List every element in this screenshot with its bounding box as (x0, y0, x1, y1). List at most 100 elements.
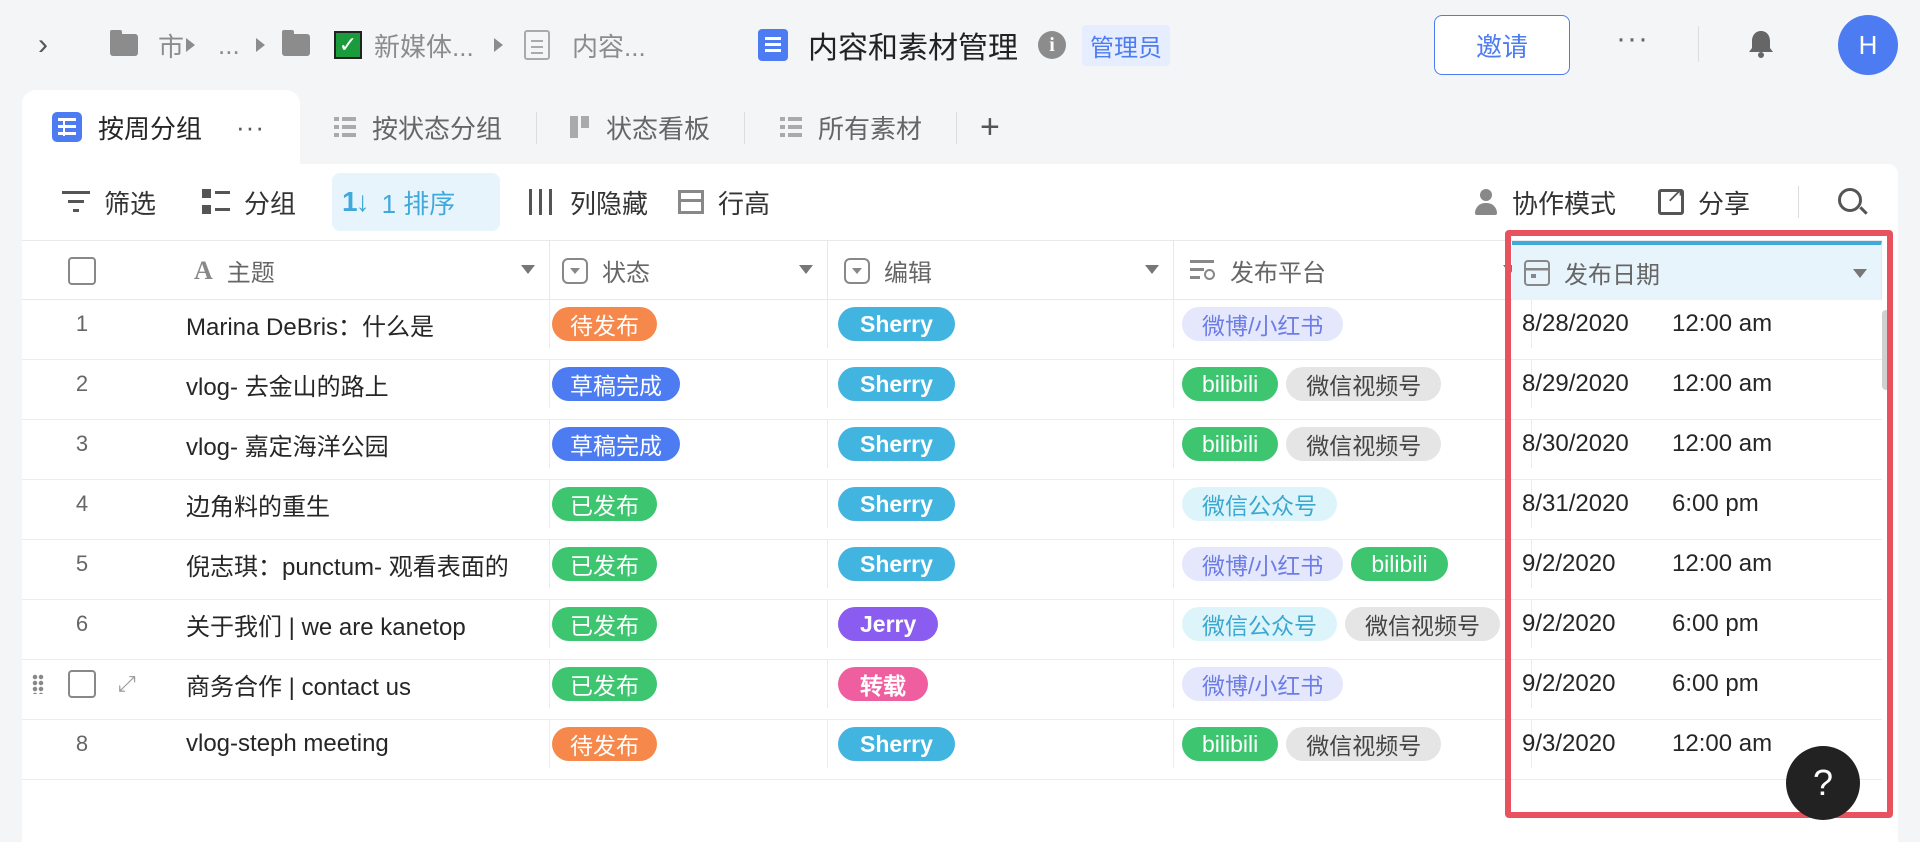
group-button[interactable]: 分组 (192, 173, 306, 231)
status-cell[interactable]: 已发布 (550, 660, 828, 708)
table-row[interactable]: 2 vlog- 去金山的路上 草稿完成 Sherry bilibili 微信视频号 8/29… (22, 360, 1882, 420)
status-cell[interactable]: 已发布 (550, 600, 828, 648)
editor-cell[interactable]: Sherry (828, 420, 1174, 468)
search-icon[interactable] (1838, 188, 1862, 212)
column-label: 编辑 (884, 260, 932, 287)
column-header-publish-date[interactable]: 发布日期 (1512, 241, 1882, 300)
topic-cell[interactable]: 边角料的重生 (142, 480, 550, 528)
topic-cell[interactable]: vlog-steph meeting (142, 720, 550, 768)
breadcrumb-folder-icon[interactable] (282, 22, 310, 68)
bell-icon[interactable] (1748, 30, 1774, 58)
more-options-icon[interactable]: ··· (1616, 22, 1649, 56)
tab-label: 按周分组 (98, 113, 203, 144)
platform-tag: bilibili (1182, 427, 1279, 461)
column-menu-icon[interactable] (521, 265, 535, 274)
platform-tag: 微信视频号 (1345, 607, 1500, 641)
editor-cell[interactable]: Sherry (828, 360, 1174, 408)
publish-date-cell[interactable]: 8/31/2020 6:00 pm (1512, 480, 1882, 528)
topic-cell[interactable]: vlog- 嘉定海洋公园 (142, 420, 550, 468)
platform-cell[interactable]: bilibili 微信视频号 (1174, 420, 1532, 468)
publish-date-cell[interactable]: 8/28/2020 12:00 am (1512, 300, 1882, 348)
date-text: 8/29/2020 (1522, 370, 1629, 397)
status-cell[interactable]: 已发布 (550, 480, 828, 528)
table-row[interactable]: 3 vlog- 嘉定海洋公园 草稿完成 Sherry bilibili 微信视频号 8/30… (22, 420, 1882, 480)
editor-badge: Sherry (838, 487, 955, 521)
platform-cell[interactable]: 微博/小红书 bilibili (1174, 540, 1532, 588)
topic-cell[interactable]: 商务合作 | contact us (142, 660, 550, 708)
platform-cell[interactable]: 微信公众号 微信视频号 (1174, 600, 1532, 648)
editor-cell[interactable]: Sherry (828, 300, 1174, 348)
table-row[interactable]: 6 关于我们 | we are kanetop 已发布 Jerry 微信公众号 微信视频号… (22, 600, 1882, 660)
platform-cell[interactable]: 微信公众号 (1174, 480, 1532, 528)
publish-date-cell[interactable]: 8/30/2020 12:00 am (1512, 420, 1882, 468)
collab-mode-button[interactable]: 协作模式 (1464, 173, 1626, 231)
document-title[interactable]: 内容和素材管理 (808, 22, 1018, 68)
row-height-label: 行高 (718, 188, 771, 219)
column-header-platform[interactable]: 发布平台 (1174, 241, 1532, 300)
column-header-editor[interactable]: 编辑 (828, 241, 1174, 300)
row-checkbox[interactable] (68, 670, 96, 698)
hide-columns-button[interactable]: 列隐藏 (516, 173, 658, 231)
info-icon[interactable]: i (1038, 22, 1066, 68)
editor-cell[interactable]: Sherry (828, 720, 1174, 768)
topic-cell[interactable]: 关于我们 | we are kanetop (142, 600, 550, 648)
topic-text: 商务合作 | contact us (186, 673, 411, 701)
status-cell[interactable]: 草稿完成 (550, 360, 828, 408)
expand-row-icon[interactable]: ⤢ (118, 671, 136, 697)
editor-cell[interactable]: Sherry (828, 540, 1174, 588)
select-all-checkbox[interactable] (22, 241, 142, 300)
filter-button[interactable]: 筛选 (52, 173, 166, 231)
tab-by-week[interactable]: 按周分组 ··· (22, 90, 300, 164)
row-height-button[interactable]: 行高 (668, 173, 780, 231)
status-cell[interactable]: 草稿完成 (550, 420, 828, 468)
breadcrumb-item[interactable]: 新媒体... (374, 22, 474, 68)
invite-button[interactable]: 邀请 (1434, 15, 1570, 75)
column-menu-icon[interactable] (1145, 265, 1159, 274)
column-menu-icon[interactable] (1853, 269, 1867, 278)
editor-cell[interactable]: Jerry (828, 600, 1174, 648)
breadcrumb-item[interactable]: ... (218, 22, 240, 68)
date-text: 9/2/2020 (1522, 550, 1616, 577)
column-header-status[interactable]: 状态 (550, 241, 828, 300)
editor-cell[interactable]: Sherry (828, 480, 1174, 528)
table-row[interactable]: 8 vlog-steph meeting 待发布 Sherry bilibili 微信视频… (22, 720, 1882, 780)
add-view-button[interactable]: + (980, 108, 1000, 147)
breadcrumb-item[interactable]: 内容... (572, 22, 646, 68)
vertical-scrollbar[interactable] (1882, 310, 1890, 390)
table-row[interactable]: 5 倪志琪：punctum- 观看表面的 已发布 Sherry 微博/小红书 bilibi… (22, 540, 1882, 600)
expand-sidebar-icon[interactable]: › (38, 22, 48, 68)
editor-cell[interactable]: 转载 (828, 660, 1174, 708)
publish-date-cell[interactable]: 9/2/2020 6:00 pm (1512, 600, 1882, 648)
tab-by-status[interactable]: 按状态分组 (334, 90, 502, 164)
platform-cell[interactable]: bilibili 微信视频号 (1174, 360, 1532, 408)
column-menu-icon[interactable] (799, 265, 813, 274)
table-row[interactable]: ⤢ 商务合作 | contact us 已发布 转载 微博/小红书 9/2/2020 6:0… (22, 660, 1882, 720)
tab-status-kanban[interactable]: 状态看板 (570, 90, 710, 164)
status-cell[interactable]: 已发布 (550, 540, 828, 588)
status-badge: 已发布 (552, 667, 657, 701)
topic-cell[interactable]: Marina DeBris：什么是 (142, 300, 550, 348)
topic-cell[interactable]: 倪志琪：punctum- 观看表面的 (142, 540, 550, 588)
table-row[interactable]: 4 边角料的重生 已发布 Sherry 微信公众号 8/31/2020 6:00 pm (22, 480, 1882, 540)
tab-more-icon[interactable]: ··· (236, 112, 265, 143)
help-button[interactable]: ? (1786, 746, 1860, 820)
column-header-topic[interactable]: A 主题 (142, 241, 550, 300)
platform-cell[interactable]: bilibili 微信视频号 (1174, 720, 1532, 768)
breadcrumb-item[interactable]: 市 (158, 22, 184, 68)
publish-date-cell[interactable]: 9/2/2020 12:00 am (1512, 540, 1882, 588)
topic-cell[interactable]: vlog- 去金山的路上 (142, 360, 550, 408)
breadcrumb-folder-icon[interactable] (110, 22, 138, 68)
status-cell[interactable]: 待发布 (550, 720, 828, 768)
drag-handle-icon[interactable] (32, 674, 44, 694)
status-cell[interactable]: 待发布 (550, 300, 828, 348)
platform-cell[interactable]: 微博/小红书 (1174, 660, 1532, 708)
share-button[interactable]: 分享 (1648, 173, 1760, 231)
publish-date-cell[interactable]: 8/29/2020 12:00 am (1512, 360, 1882, 408)
publish-date-cell[interactable]: 9/2/2020 6:00 pm (1512, 660, 1882, 708)
platform-cell[interactable]: 微博/小红书 (1174, 300, 1532, 348)
tab-all-materials[interactable]: 所有素材 (780, 90, 922, 164)
sort-button[interactable]: 1↓ 1 排序 (332, 173, 500, 231)
breadcrumb-separator-icon (186, 22, 195, 68)
table-row[interactable]: 1 Marina DeBris：什么是 待发布 Sherry 微博/小红书 8/28/20… (22, 300, 1882, 360)
avatar[interactable]: H (1838, 15, 1898, 75)
